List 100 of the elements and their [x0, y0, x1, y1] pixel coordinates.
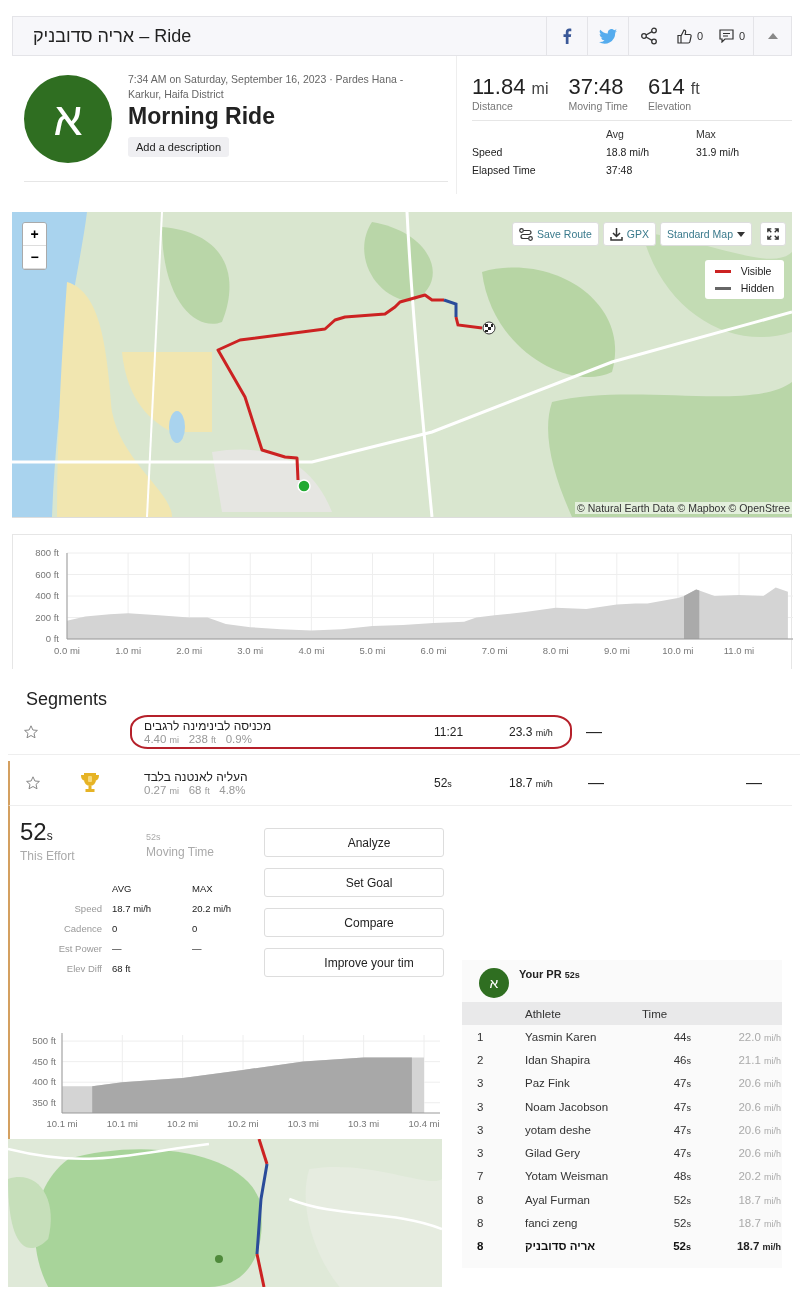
action-button[interactable]: Compare [264, 908, 444, 937]
map-style-dropdown[interactable]: Standard Map [660, 222, 752, 246]
axis-label: 350 ft [32, 1096, 56, 1108]
speed-cell-text: 21.1 mi/h [737, 1053, 781, 1066]
athlete-name[interactable]: yotam deshe [525, 1123, 645, 1136]
caret-icon [737, 231, 745, 237]
personal-record: Your PR 52s [519, 968, 580, 982]
column-header: Max [696, 128, 717, 140]
axis-label: 6.0 mi [420, 645, 447, 656]
gpx-download-button[interactable]: GPX [602, 222, 657, 246]
time-cell-text: 52s [672, 1217, 691, 1229]
stat-value: 37:48 [606, 164, 634, 176]
axis-label: 450 ft [32, 1055, 56, 1067]
effort-label: This Effort [20, 849, 76, 863]
axis-label: 10.3 mi [348, 1118, 380, 1129]
rank-cell-text: 1 [477, 1030, 485, 1043]
comments-button[interactable]: 0 [711, 17, 753, 55]
axis-label: 10.2 mi [227, 1118, 259, 1129]
segment-speed: 18.7 mi/h [509, 776, 553, 790]
axis-label: 800 ft [35, 547, 59, 558]
time-cell-text: 46s [672, 1053, 691, 1066]
rank-cell-text: 8 [477, 1240, 485, 1253]
athlete-name[interactable]: אריה סדובניק [525, 1240, 645, 1253]
stat-label: Distance [472, 100, 514, 112]
rank-cell-text: 3 [477, 1147, 485, 1160]
column-header: Athlete [524, 1007, 562, 1020]
athlete-name[interactable]: Yasmin Karen [525, 1030, 645, 1043]
activity-meta: 7:34 AM on Saturday, September 16, 2023 · Pardes Hana - Karkur, Haifa District [128, 72, 405, 102]
avatar: א [24, 75, 112, 163]
speed-cell-text: 20.6 mi/h [737, 1123, 781, 1136]
axis-label: 200 ft [35, 611, 59, 623]
athlete-name[interactable]: Noam Jacobson [525, 1100, 645, 1113]
speed-cell-text: 20.6 mi/h [737, 1147, 781, 1160]
thumbs-up-icon [676, 28, 692, 44]
axis-label: 500 ft [32, 1035, 56, 1047]
segment-stats: 0.27 mi 68 ft 4.8% [144, 784, 247, 796]
stat-value: — [192, 943, 203, 954]
action-button[interactable]: Set Goal [264, 868, 444, 897]
stat-value: 0 [112, 923, 119, 934]
download-icon [609, 227, 623, 241]
axis-label: 10.1 mi [106, 1118, 138, 1129]
segment-time: 11:21 [434, 725, 465, 739]
time-cell-text: 52s [672, 1193, 691, 1206]
segment-time: 52s [434, 776, 453, 790]
axis-label: 11.0 mi [723, 645, 755, 656]
finish-flag-icon [482, 321, 496, 335]
save-route-button[interactable]: Save Route [511, 222, 599, 246]
axis-label: 3.0 mi [237, 645, 264, 656]
athlete-name[interactable]: Paz Fink [525, 1077, 645, 1090]
axis-label: 10.0 mi [662, 645, 694, 656]
axis-label: 400 ft [32, 1076, 56, 1088]
speed-cell-text: 18.7 mi/h [737, 1217, 781, 1229]
kudos-button[interactable]: 0 [669, 17, 711, 55]
fullscreen-icon[interactable] [760, 222, 786, 246]
column-header: Avg [606, 128, 625, 140]
stat-label: Cadence [62, 923, 102, 934]
athlete-name[interactable]: Ayal Furman [525, 1193, 645, 1206]
action-button[interactable]: Analyze [264, 828, 444, 857]
axis-label: 10.2 mi [167, 1118, 199, 1129]
axis-label: 7.0 mi [481, 645, 508, 656]
speed-cell-text: 18.7 mi/h [735, 1240, 781, 1253]
avatar: א [479, 968, 509, 998]
stat-value: 31.9 mi/h [696, 146, 741, 158]
stat-label: Speed [73, 903, 102, 914]
action-button[interactable]: Improve your tim [264, 948, 444, 977]
time-cell-text: 47s [672, 1077, 691, 1090]
zoom-out-button[interactable]: − [23, 246, 46, 269]
athlete-name[interactable]: Gilad Gery [525, 1147, 645, 1160]
route-icon [518, 227, 533, 241]
zoom-in-button[interactable]: + [23, 223, 46, 246]
effort-time: 52s [20, 818, 54, 846]
moving-time-label: Moving Time [146, 845, 215, 859]
rank-cell-text: 3 [477, 1077, 485, 1090]
speed-cell-text: 22.0 mi/h [737, 1030, 781, 1043]
segment-name[interactable]: העליה לאנטנה בלבד [144, 770, 434, 784]
stat-label: Elevation [647, 100, 693, 112]
legend-label: Hidden [740, 282, 774, 294]
athlete-name[interactable]: fanci zeng [525, 1217, 645, 1229]
stat-value: 68 ft [112, 963, 132, 974]
stat-label: Elapsed Time [472, 164, 537, 176]
column-header: Time [642, 1007, 669, 1020]
rank-cell-text: 2 [477, 1053, 485, 1066]
legend-label: Visible [740, 265, 772, 277]
stat-label: Elev Diff [65, 963, 102, 974]
axis-label: 400 ft [35, 590, 59, 601]
stat-value: 18.7 mi/h [112, 903, 153, 914]
athlete-name[interactable]: Yotam Weisman [525, 1170, 645, 1183]
time-cell-text: 47s [672, 1123, 691, 1136]
moving-time-value: 52s [146, 832, 162, 842]
stat-value: 20.2 mi/h [192, 903, 233, 914]
axis-label: 9.0 mi [603, 645, 630, 656]
axis-label: 10.1 mi [46, 1118, 78, 1129]
empty-value: — [586, 723, 602, 741]
add-description-button[interactable]: Add a description [128, 137, 229, 157]
axis-label: 1.0 mi [115, 645, 142, 656]
star-icon[interactable] [24, 725, 38, 739]
athlete-name[interactable]: Idan Shapira [525, 1053, 645, 1066]
segment-name[interactable]: מכניסה לבינימינה לרגבים [144, 719, 434, 733]
star-icon[interactable] [26, 776, 40, 790]
stat-label: Moving Time [568, 100, 628, 112]
